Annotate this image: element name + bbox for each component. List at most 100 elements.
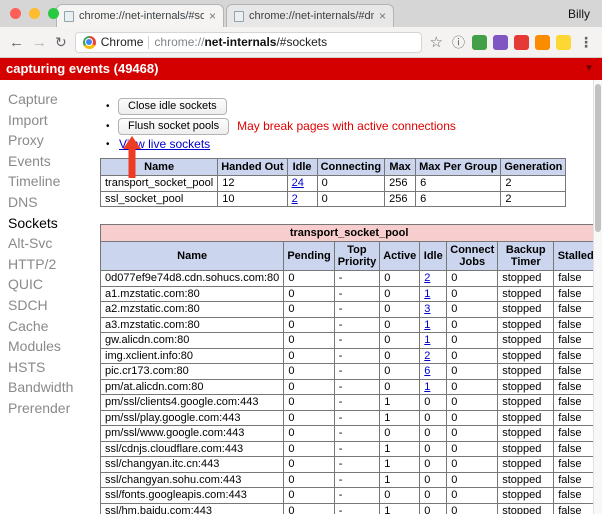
cell: - [333, 471, 381, 488]
address-bar[interactable]: Chrome chrome://net-internals/#sockets [74, 31, 422, 53]
table-row: ssl_socket_pool 10 2 0 256 6 2 [99, 190, 567, 207]
cell: 1 [379, 471, 421, 488]
cell: 1 [379, 440, 421, 457]
sidebar-item-sockets[interactable]: Sockets [8, 213, 96, 234]
cell: 256 [384, 190, 417, 207]
cell: 2 [500, 190, 567, 207]
idle-count-link[interactable]: 2 [424, 272, 430, 284]
sidebar-item-timeline[interactable]: Timeline [8, 171, 96, 192]
flush-socket-pools-button[interactable]: Flush socket pools [118, 117, 230, 135]
omnibox-divider [148, 35, 150, 49]
cell: 256 [384, 175, 417, 192]
cell: 0 [283, 394, 335, 411]
close-icon[interactable]: × [379, 10, 386, 22]
cell: - [333, 285, 381, 302]
column-header: Idle [419, 241, 448, 271]
sidebar-item-modules[interactable]: Modules [8, 336, 96, 357]
cell: false [553, 285, 599, 302]
adblock-extension-icon[interactable] [514, 34, 529, 50]
sidebar-item-bandwidth[interactable]: Bandwidth [8, 377, 96, 398]
idle-count-link[interactable]: 24 [292, 177, 304, 189]
sidebar-item-proxy[interactable]: Proxy [8, 130, 96, 151]
cell: stopped [497, 332, 555, 349]
socket-pools-table: Name Handed Out Idle Connecting Max Max Per G… [99, 158, 567, 207]
yellow-extension-icon[interactable] [556, 34, 571, 50]
table-row: transport_socket_pool 12 24 0 256 6 2 [99, 175, 567, 192]
cell: pm/ssl/clients4.google.com:443 [99, 394, 285, 411]
scrollbar-thumb[interactable] [595, 84, 601, 232]
reload-icon[interactable]: ↻ [55, 35, 67, 49]
cell: - [333, 440, 381, 457]
profile-name[interactable]: Billy [568, 7, 590, 21]
view-live-sockets-link[interactable]: View live sockets [119, 137, 210, 151]
table-row: a2.mzstatic.com:80 0-0 3 0 stopped false [99, 301, 599, 318]
back-icon[interactable]: ← [9, 35, 24, 50]
table-row: pm/at.alicdn.com:80 0-0 1 0 stopped false [99, 378, 599, 395]
sidebar-item-import[interactable]: Import [8, 110, 96, 131]
idle-count-link[interactable]: 2 [292, 193, 298, 205]
cell: 0 [283, 285, 335, 302]
purple-extension-icon[interactable] [493, 34, 508, 50]
sidebar-item-sdch[interactable]: SDCH [8, 295, 96, 316]
cell: stopped [497, 270, 555, 287]
zoom-window-button[interactable] [48, 8, 59, 19]
sidebar-item-hsts[interactable]: HSTS [8, 357, 96, 378]
cell: false [553, 425, 599, 442]
sidebar-item-cache[interactable]: Cache [8, 316, 96, 337]
info-extension-icon[interactable]: ⓘ [451, 35, 466, 50]
idle-count-link[interactable]: 1 [424, 319, 430, 331]
cell: ssl/changyan.itc.cn:443 [99, 456, 285, 473]
sidebar-item-altsvc[interactable]: Alt-Svc [8, 233, 96, 254]
banner-dropdown-icon[interactable]: ▼ [584, 58, 594, 80]
vertical-scrollbar[interactable] [593, 80, 602, 514]
cell: 3 [419, 301, 448, 318]
column-header: Max Per Group [415, 158, 502, 176]
cell: false [553, 316, 599, 333]
bookmark-star-icon[interactable]: ☆ [430, 35, 443, 50]
cell: false [553, 270, 599, 287]
sidebar-item-dns[interactable]: DNS [8, 192, 96, 213]
cell: ssl/changyan.sohu.com:443 [99, 471, 285, 488]
list-bullet-icon: • [106, 120, 110, 132]
column-header: Max [384, 158, 417, 176]
green-extension-icon[interactable] [472, 34, 487, 50]
cell: - [333, 425, 381, 442]
menu-icon[interactable]: ⋮ [579, 35, 593, 49]
idle-count-link[interactable]: 1 [424, 334, 430, 346]
cell: 0 [283, 347, 335, 364]
cell: 0 [446, 487, 499, 504]
sidebar-item-quic[interactable]: QUIC [8, 274, 96, 295]
cell: 0 [446, 502, 499, 514]
cell: - [333, 301, 381, 318]
cell: 10 [217, 190, 288, 207]
sidebar-item-capture[interactable]: Capture [8, 89, 96, 110]
cell: 0 [446, 425, 499, 442]
column-header: Handed Out [217, 158, 288, 176]
sidebar-item-http2[interactable]: HTTP/2 [8, 254, 96, 275]
cell: 0 [379, 363, 421, 380]
idle-count-link[interactable]: 1 [424, 381, 430, 393]
chrome-logo-icon [82, 35, 96, 49]
cell: 0 [379, 270, 421, 287]
table-row: a3.mzstatic.com:80 0-0 1 0 stopped false [99, 316, 599, 333]
idle-count-link[interactable]: 2 [424, 350, 430, 362]
tab-dns[interactable]: chrome://net-internals/#dns × [226, 4, 394, 27]
close-icon[interactable]: × [209, 10, 216, 22]
idle-count-link[interactable]: 6 [424, 365, 430, 377]
idle-count-link[interactable]: 3 [424, 303, 430, 315]
sidebar: Capture Import Proxy Events Timeline DNS Socke… [0, 80, 96, 514]
cell: 0 [283, 471, 335, 488]
sidebar-item-prerender[interactable]: Prerender [8, 398, 96, 419]
cell: stopped [497, 301, 555, 318]
control-row: • View live sockets [106, 136, 602, 152]
minimize-window-button[interactable] [29, 8, 40, 19]
orange-extension-icon[interactable] [535, 34, 550, 50]
close-idle-sockets-button[interactable]: Close idle sockets [118, 97, 227, 115]
tab-sockets[interactable]: chrome://net-internals/#sock × [56, 4, 224, 27]
table-row: a1.mzstatic.com:80 0-0 1 0 stopped false [99, 285, 599, 302]
sidebar-item-events[interactable]: Events [8, 151, 96, 172]
cell: stopped [497, 487, 555, 504]
idle-count-link[interactable]: 1 [424, 288, 430, 300]
close-window-button[interactable] [10, 8, 21, 19]
forward-icon[interactable]: → [32, 35, 47, 50]
